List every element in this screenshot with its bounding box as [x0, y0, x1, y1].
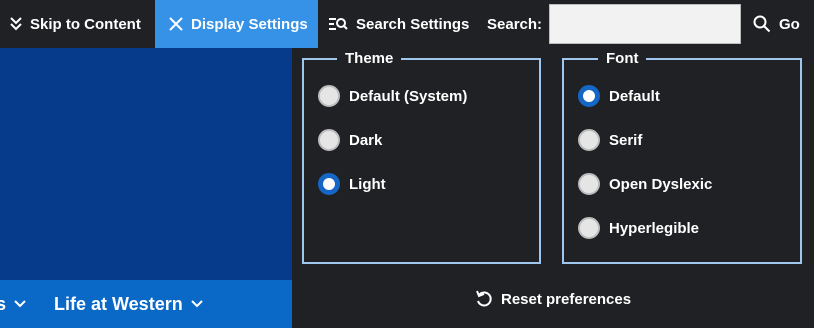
- reset-preferences-label: Reset preferences: [501, 290, 632, 308]
- main-nav: s Life at Western: [0, 280, 292, 328]
- font-option-label: Default: [609, 87, 660, 105]
- reset-preferences-button[interactable]: Reset preferences: [475, 286, 631, 312]
- font-option-label: Serif: [609, 131, 643, 149]
- chevron-down-icon: [14, 300, 26, 308]
- hero-banner: [0, 48, 292, 280]
- radio-button[interactable]: [578, 173, 600, 195]
- search-icon: [753, 15, 771, 33]
- theme-legend: Theme: [337, 49, 402, 69]
- font-legend: Font: [598, 49, 647, 69]
- radio-button-selected[interactable]: [318, 173, 340, 195]
- font-option-label: Open Dyslexic: [609, 175, 713, 193]
- radio-button-selected[interactable]: [578, 85, 600, 107]
- radio-button[interactable]: [578, 217, 600, 239]
- font-option-open-dyslexic[interactable]: Open Dyslexic: [578, 171, 712, 197]
- theme-option-label: Default (System): [349, 87, 468, 105]
- nav-item-previous[interactable]: s: [0, 280, 26, 328]
- theme-option-default-system[interactable]: Default (System): [318, 83, 467, 109]
- nav-item-life-at-western[interactable]: Life at Western: [54, 280, 203, 328]
- top-toolbar: Skip to Content Display Settings Search …: [0, 0, 814, 48]
- display-settings-label: Display Settings: [191, 15, 308, 33]
- skip-to-content-label: Skip to Content: [30, 15, 141, 33]
- theme-option-label: Light: [349, 175, 386, 193]
- search-label: Search:: [487, 15, 543, 33]
- close-icon: [169, 17, 183, 31]
- nav-item-previous-label: s: [0, 293, 7, 314]
- double-chevron-down-icon: [10, 17, 22, 31]
- radio-button[interactable]: [318, 85, 340, 107]
- reset-icon: [475, 290, 493, 308]
- theme-option-light[interactable]: Light: [318, 171, 386, 197]
- search-input[interactable]: [549, 4, 741, 44]
- font-option-serif[interactable]: Serif: [578, 127, 642, 153]
- chevron-down-icon: [190, 300, 203, 308]
- nav-item-life-at-western-label: Life at Western: [54, 293, 183, 314]
- search-settings-label: Search Settings: [356, 15, 470, 33]
- search-settings-icon: [328, 17, 348, 31]
- font-option-hyperlegible[interactable]: Hyperlegible: [578, 215, 699, 241]
- search-settings-button[interactable]: Search Settings: [328, 0, 469, 48]
- font-option-default[interactable]: Default: [578, 83, 660, 109]
- font-option-label: Hyperlegible: [609, 219, 700, 237]
- go-label: Go: [779, 15, 800, 33]
- theme-fieldset: Theme Default (System) Dark Light: [302, 49, 541, 264]
- theme-option-label: Dark: [349, 131, 383, 149]
- display-settings-button[interactable]: Display Settings: [155, 0, 318, 48]
- radio-button[interactable]: [318, 129, 340, 151]
- display-settings-panel: Theme Default (System) Dark Light Font D…: [292, 48, 814, 328]
- go-button[interactable]: Go: [753, 0, 800, 48]
- radio-button[interactable]: [578, 129, 600, 151]
- theme-option-dark[interactable]: Dark: [318, 127, 382, 153]
- skip-to-content-button[interactable]: Skip to Content: [10, 0, 141, 48]
- font-fieldset: Font Default Serif Open Dyslexic Hyperle…: [562, 49, 802, 264]
